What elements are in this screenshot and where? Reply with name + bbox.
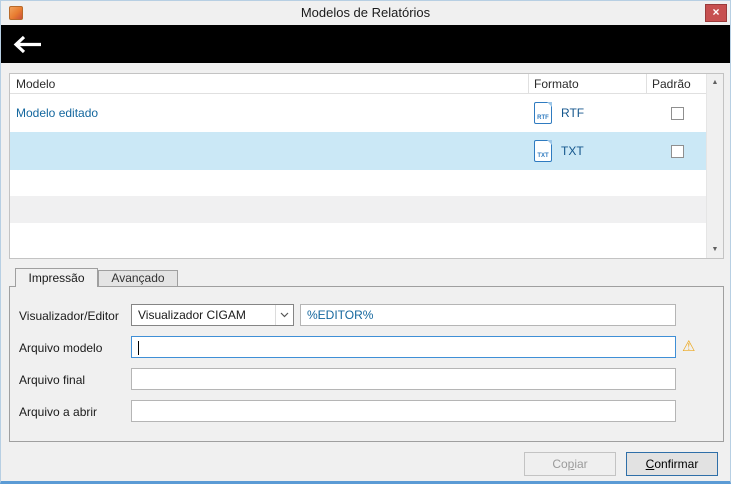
txt-file-icon: TXT (534, 140, 552, 162)
arquivo-final-input[interactable] (131, 368, 676, 390)
visualizador-select[interactable]: Visualizador CIGAM (131, 304, 294, 326)
tab-impressao[interactable]: Impressão (15, 268, 98, 287)
models-table: Modelo Formato Padrão Modelo editado RTF… (9, 73, 724, 259)
column-divider (646, 74, 647, 94)
visualizador-selected-value: Visualizador CIGAM (138, 308, 246, 322)
scroll-down-button[interactable]: ▼ (707, 241, 723, 258)
vertical-scrollbar[interactable]: ▲ ▼ (706, 74, 723, 258)
editor-path-input[interactable]: %EDITOR% (300, 304, 676, 326)
padrao-cell (646, 132, 708, 170)
table-header: Modelo Formato Padrão (10, 74, 706, 94)
empty-row-stripe (10, 196, 706, 223)
arquivo-final-label: Arquivo final (19, 373, 86, 387)
triangle-up-icon: ▲ (711, 79, 719, 86)
column-header-modelo[interactable]: Modelo (16, 77, 55, 91)
chevron-down-icon (275, 305, 293, 325)
dialog-window: Modelos de Relatórios × Modelo Formato P… (0, 0, 731, 484)
padrao-cell (646, 94, 708, 132)
arquivo-abrir-label: Arquivo a abrir (19, 405, 98, 419)
back-button[interactable] (13, 35, 43, 54)
arrow-left-icon (13, 35, 43, 57)
title-bar: Modelos de Relatórios × (1, 1, 730, 25)
format-cell: RTF RTF (528, 94, 646, 132)
header-bar (1, 25, 730, 63)
confirm-button[interactable]: Confirmar (626, 452, 718, 476)
column-divider (528, 74, 529, 94)
tab-avancado[interactable]: Avançado (98, 270, 178, 286)
visualizador-editor-label: Visualizador/Editor (19, 309, 119, 323)
table-body: Modelo editado RTF RTF TXT TXT (10, 94, 706, 258)
padrao-checkbox[interactable] (670, 106, 684, 120)
rtf-file-icon: RTF (534, 102, 552, 124)
column-header-padrao[interactable]: Padrão (652, 77, 691, 91)
triangle-down-icon: ▼ (711, 246, 719, 253)
format-label: TXT (561, 144, 584, 158)
arquivo-modelo-input[interactable] (131, 336, 676, 358)
table-row-selected[interactable]: TXT TXT (10, 132, 706, 170)
column-header-formato[interactable]: Formato (534, 77, 579, 91)
arquivo-abrir-input[interactable] (131, 400, 676, 422)
dialog-title: Modelos de Relatórios (300, 5, 431, 20)
copy-button[interactable]: Copiar (524, 452, 616, 476)
format-label: RTF (561, 106, 585, 120)
close-button[interactable]: × (705, 4, 727, 22)
text-caret (138, 340, 139, 355)
warning-icon: ⚠ (682, 338, 696, 355)
padrao-checkbox[interactable] (670, 144, 684, 158)
model-name-cell: Modelo editado (16, 106, 99, 120)
format-cell: TXT TXT (528, 132, 646, 170)
arquivo-modelo-label: Arquivo modelo (19, 341, 103, 355)
table-row[interactable]: Modelo editado RTF RTF (10, 94, 706, 132)
close-icon: × (712, 5, 720, 19)
scroll-up-button[interactable]: ▲ (707, 74, 723, 91)
